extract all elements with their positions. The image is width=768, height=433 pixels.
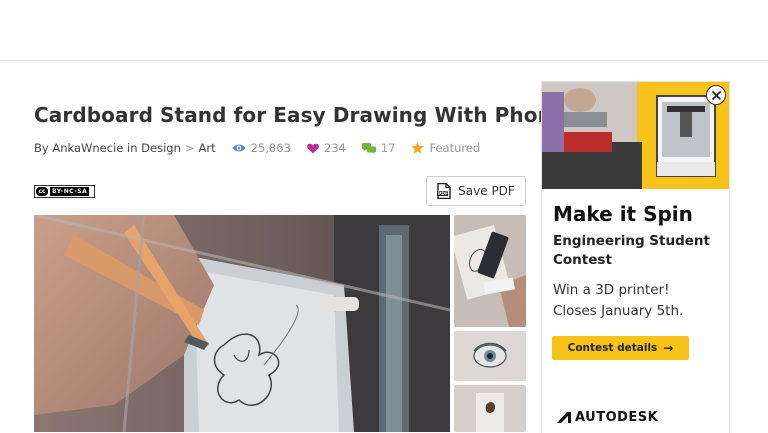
subcategory-link[interactable]: Art bbox=[199, 141, 216, 155]
autodesk-wordmark: AUTODESK bbox=[575, 410, 659, 425]
in-label: in bbox=[127, 141, 138, 155]
arrow-right-icon: → bbox=[663, 341, 674, 355]
contest-details-label: Contest details bbox=[567, 342, 658, 354]
page-title: Cardboard Stand for Easy Drawing With Ph… bbox=[34, 103, 566, 127]
contest-details-button[interactable]: Contest details → bbox=[552, 336, 689, 360]
thumbnail-3-image bbox=[454, 385, 526, 432]
ad-body-line-2: Closes January 5th. bbox=[553, 303, 684, 319]
favorites-count: 234 bbox=[323, 141, 346, 155]
autodesk-logo: AUTODESK bbox=[557, 410, 658, 425]
ad-body-text: Win a 3D printer! Closes January 5th. bbox=[553, 280, 723, 322]
drawing-stand-photo bbox=[34, 215, 450, 432]
close-icon bbox=[711, 90, 721, 100]
save-pdf-label: Save PDF bbox=[458, 184, 515, 198]
comments-stat: 17 bbox=[361, 141, 396, 155]
comment-bubbles-icon bbox=[361, 142, 376, 154]
main-project-photo[interactable] bbox=[34, 215, 450, 432]
category-link[interactable]: Design bbox=[141, 141, 181, 155]
pdf-document-icon: PDF bbox=[437, 183, 451, 199]
breadcrumb-separator: > bbox=[184, 141, 195, 155]
featured-label: Featured bbox=[429, 141, 481, 155]
by-label: By bbox=[34, 141, 49, 155]
featured-badge: Featured bbox=[411, 141, 480, 155]
ad-close-button[interactable] bbox=[706, 85, 726, 105]
star-icon bbox=[411, 142, 425, 154]
ad-hero-image bbox=[542, 82, 729, 189]
article-byline: By AnkaWnecie in Design > Art 25,863 234… bbox=[34, 141, 480, 155]
sidebar-advertisement[interactable]: Make it Spin Engineering Student Contest… bbox=[541, 81, 730, 433]
comments-count: 17 bbox=[380, 141, 396, 155]
eye-icon bbox=[232, 144, 246, 152]
save-pdf-button[interactable]: PDF Save PDF bbox=[426, 176, 526, 206]
views-stat: 25,863 bbox=[232, 141, 291, 155]
ad-headline: Make it Spin bbox=[553, 202, 693, 226]
top-navigation-bar bbox=[0, 0, 768, 61]
ad-subheadline: Engineering Student Contest bbox=[553, 233, 710, 268]
thumbnail-3[interactable] bbox=[454, 385, 526, 432]
thumbnail-1-image bbox=[454, 215, 526, 327]
creative-commons-license-badge[interactable]: cc BY-NC-SA bbox=[34, 185, 95, 198]
license-text: BY-NC-SA bbox=[50, 187, 90, 196]
thumbnail-1[interactable] bbox=[454, 215, 526, 327]
thumbnail-2[interactable] bbox=[454, 331, 526, 381]
ad-printer-photo bbox=[542, 82, 729, 189]
autodesk-logo-icon bbox=[557, 412, 571, 423]
cc-logo-icon: cc bbox=[36, 187, 48, 196]
views-count: 25,863 bbox=[250, 141, 291, 155]
heart-icon bbox=[307, 143, 319, 153]
ad-body-line-1: Win a 3D printer! bbox=[553, 282, 670, 298]
author-link[interactable]: AnkaWnecie bbox=[52, 141, 123, 155]
svg-text:PDF: PDF bbox=[438, 191, 448, 197]
thumbnail-2-image bbox=[454, 331, 526, 381]
favorites-stat: 234 bbox=[307, 141, 346, 155]
